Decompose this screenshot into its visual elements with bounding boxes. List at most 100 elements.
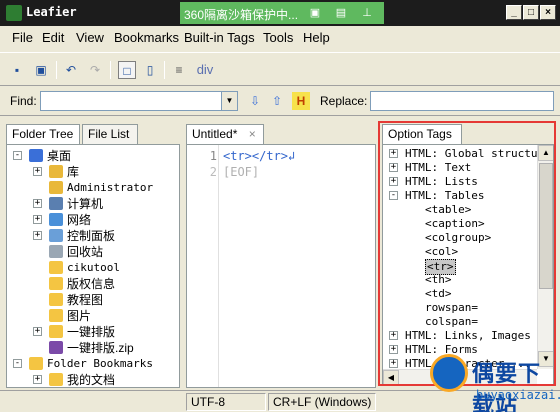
tag-label: <th> — [425, 273, 452, 286]
tag-label: HTML: Links, Images — [405, 329, 531, 342]
expand-icon[interactable]: + — [389, 163, 398, 172]
expand-icon[interactable]: + — [389, 331, 398, 340]
expand-icon[interactable]: + — [389, 177, 398, 186]
menu-file[interactable]: File — [12, 30, 33, 45]
line-gutter — [187, 145, 219, 387]
replace-input[interactable] — [370, 91, 554, 111]
menu-tools[interactable]: Tools — [263, 30, 293, 45]
zip-icon — [49, 341, 63, 354]
tag-label: <table> — [425, 203, 472, 216]
watermark-logo-icon — [430, 354, 468, 392]
user-icon — [49, 181, 63, 194]
tab-option-tags[interactable]: Option Tags — [382, 124, 462, 145]
redo-icon[interactable]: ↷ — [86, 61, 104, 79]
expand-icon[interactable]: + — [33, 231, 42, 240]
folder-icon — [49, 293, 63, 306]
eof-marker: [EOF] — [223, 165, 260, 179]
title-bar: Leafier 360隔离沙箱保护中... ▣ ▤ ⊥ _ □ × — [0, 0, 560, 26]
sandbox-floater[interactable]: 360隔离沙箱保护中... ▣ ▤ ⊥ — [180, 2, 384, 24]
find-label: Find: — [10, 94, 37, 108]
status-encoding: UTF-8 — [186, 393, 266, 411]
tree-item-label: 图片 — [67, 309, 92, 323]
tab-folder-tree[interactable]: Folder Tree — [6, 124, 80, 145]
window-title: Leafier — [26, 5, 77, 19]
watermark-name: 偶要下载站 — [472, 361, 542, 412]
expand-icon[interactable]: + — [33, 327, 42, 336]
tree-item-label: Folder Bookmarks — [47, 357, 153, 370]
tree-item-label: 控制面板 — [67, 229, 116, 243]
menu-bar: File Edit View Bookmarks Built-in Tags T… — [0, 26, 560, 50]
tree-item-label: cikutool — [67, 261, 120, 274]
editor-panel[interactable]: 1 <tr></tr>↲ 2 [EOF] — [186, 144, 376, 388]
recycle-bin-icon — [49, 245, 63, 258]
expand-icon[interactable]: + — [389, 345, 398, 354]
tag-label: <caption> — [425, 217, 485, 230]
network-icon — [49, 213, 63, 226]
tag-label: HTML: Text — [405, 161, 472, 174]
floater-device-icon[interactable]: ▣ — [306, 5, 324, 21]
menu-help[interactable]: Help — [303, 30, 330, 45]
undo-icon[interactable]: ↶ — [62, 61, 80, 79]
tree-item-label: Administrator — [67, 181, 154, 194]
scroll-up-icon[interactable]: ▲ — [538, 145, 553, 161]
scroll-left-icon[interactable]: ◀ — [383, 370, 399, 385]
expand-icon[interactable]: + — [33, 167, 42, 176]
expand-icon[interactable]: + — [33, 215, 42, 224]
watermark-url: buyaoxiazai.com — [476, 388, 560, 402]
toolbar-separator — [110, 61, 111, 79]
tag-label: <col> — [425, 245, 459, 258]
split-pane-icon[interactable]: ▯ — [141, 61, 159, 79]
tag-div-button[interactable]: div — [192, 61, 218, 79]
expand-icon[interactable]: + — [389, 359, 398, 368]
floater-pin-icon[interactable]: ⊥ — [358, 5, 376, 21]
tab-untitled[interactable]: Untitled* × — [186, 124, 264, 145]
save-all-icon[interactable]: ▣ — [32, 61, 50, 79]
find-next-down-icon[interactable]: ⇩ — [246, 92, 264, 110]
collapse-icon[interactable]: - — [13, 359, 22, 368]
maximize-button[interactable]: □ — [523, 5, 539, 20]
tree-item-label: 一键排版 — [67, 325, 116, 339]
minimize-button[interactable]: _ — [506, 5, 522, 20]
tag-label: HTML: Lists — [405, 175, 478, 188]
save-icon[interactable]: ▪ — [8, 61, 26, 79]
tree-item-label: 回收站 — [67, 245, 104, 259]
status-line-ending: CR+LF (Windows) — [268, 393, 376, 411]
menu-edit[interactable]: Edit — [42, 30, 64, 45]
leafier-app-icon — [6, 5, 22, 21]
toolbar-separator — [164, 61, 165, 79]
replace-label: Replace: — [320, 94, 368, 108]
expand-icon[interactable]: + — [33, 375, 42, 384]
collapse-icon[interactable]: - — [389, 191, 398, 200]
single-pane-icon[interactable]: □ — [118, 61, 136, 79]
tree-item-label: 桌面 — [47, 149, 72, 163]
tree-item-label: 版权信息 — [67, 277, 116, 291]
tree-item-label: 一键排版.zip — [67, 341, 134, 355]
menu-bookmarks[interactable]: Bookmarks — [114, 30, 179, 45]
find-input[interactable]: ▼ — [40, 91, 238, 111]
floater-folder-icon[interactable]: ▤ — [332, 5, 350, 21]
tag-label: <td> — [425, 287, 452, 300]
menu-built-in-tags[interactable]: Built-in Tags — [184, 30, 255, 45]
find-prev-up-icon[interactable]: ⇧ — [268, 92, 286, 110]
find-bar: Find: ▼ ⇩ ⇧ H Replace: — [0, 88, 560, 116]
tag-label: HTML: Global structure — [405, 147, 551, 160]
close-button[interactable]: × — [540, 5, 556, 20]
toolbar-separator — [56, 61, 57, 79]
folder-icon — [49, 261, 63, 274]
scroll-thumb[interactable] — [539, 163, 553, 289]
control-panel-icon — [49, 229, 63, 242]
tab-close-icon[interactable]: × — [249, 127, 256, 141]
collapse-icon[interactable]: - — [13, 151, 22, 160]
chevron-down-icon[interactable]: ▼ — [221, 92, 237, 110]
folder-tree-panel: - 桌面 + 库 Administrator + 计算机 + 网络 + 控制面板 回收站 cikutoo… — [6, 144, 180, 388]
sandbox-floater-text: 360隔离沙箱保护中... — [184, 8, 299, 22]
align-icon[interactable]: ≡ — [170, 61, 188, 79]
tree-item-label: 我的文档 — [67, 373, 116, 387]
expand-icon[interactable]: + — [33, 199, 42, 208]
tab-file-list[interactable]: File List — [82, 124, 138, 144]
menu-view[interactable]: View — [76, 30, 104, 45]
highlight-icon[interactable]: H — [292, 92, 310, 110]
code-line[interactable]: <tr></tr>↲ — [223, 149, 295, 163]
expand-icon[interactable]: + — [389, 149, 398, 158]
option-tags-vscrollbar[interactable]: ▲ ▼ — [537, 145, 553, 369]
